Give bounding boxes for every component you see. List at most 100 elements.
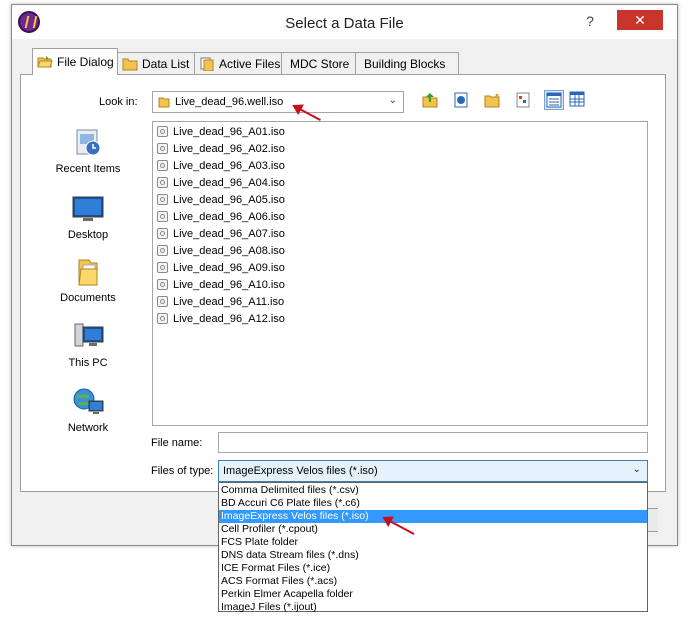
file-name-label: File name: bbox=[151, 437, 203, 449]
place-documents[interactable]: Documents bbox=[38, 257, 138, 304]
place-this-pc[interactable]: This PC bbox=[38, 322, 138, 369]
file-name: Live_dead_96_A03.iso bbox=[173, 159, 285, 172]
list-item[interactable]: Live_dead_96_A03.iso bbox=[157, 157, 285, 174]
file-icon bbox=[157, 296, 168, 307]
chevron-down-icon[interactable]: ⌄ bbox=[633, 464, 641, 475]
file-type-option[interactable]: DNS data Stream files (*.dns) bbox=[219, 549, 647, 562]
file-icon bbox=[157, 211, 168, 222]
file-name: Live_dead_96_A09.iso bbox=[173, 261, 285, 274]
folder-icon bbox=[122, 57, 138, 71]
details-view-button[interactable] bbox=[513, 90, 533, 110]
place-label: Desktop bbox=[67, 229, 109, 241]
browse-web-button[interactable] bbox=[451, 90, 471, 110]
tab-file-dialog[interactable]: File Dialog bbox=[32, 48, 118, 75]
file-icon bbox=[157, 313, 168, 324]
list-item[interactable]: Live_dead_96_A10.iso bbox=[157, 276, 285, 293]
grid-view-button[interactable] bbox=[568, 90, 588, 110]
tab-building-blocks[interactable]: Building Blocks bbox=[355, 52, 459, 74]
folder-icon bbox=[158, 97, 170, 108]
file-name: Live_dead_96_A02.iso bbox=[173, 142, 285, 155]
look-in-combo[interactable]: Live_dead_96.well.iso ⌄ bbox=[152, 91, 404, 113]
title-bar: Select a Data File ? ✕ bbox=[12, 5, 677, 39]
file-icon bbox=[157, 279, 168, 290]
files-icon bbox=[199, 57, 215, 71]
recent-items-icon bbox=[71, 128, 105, 158]
look-in-label: Look in: bbox=[99, 96, 138, 108]
file-icon bbox=[157, 177, 168, 188]
file-type-option[interactable]: FCS Plate folder bbox=[219, 536, 647, 549]
tab-active-files[interactable]: Active Files bbox=[194, 52, 282, 74]
file-type-option[interactable]: ACS Format Files (*.acs) bbox=[219, 575, 647, 588]
documents-icon bbox=[71, 257, 105, 287]
desktop-icon bbox=[71, 194, 105, 224]
file-type-option[interactable]: Cell Profiler (*.cpout) bbox=[219, 523, 647, 536]
file-name: Live_dead_96_A01.iso bbox=[173, 125, 285, 138]
properties-icon bbox=[516, 92, 530, 108]
list-item[interactable]: Live_dead_96_A05.iso bbox=[157, 191, 285, 208]
help-button[interactable]: ? bbox=[580, 11, 600, 31]
place-label: Network bbox=[67, 422, 109, 434]
file-list[interactable]: Live_dead_96_A01.iso Live_dead_96_A02.is… bbox=[152, 121, 648, 426]
file-type-option[interactable]: Comma Delimited files (*.csv) bbox=[219, 484, 647, 497]
new-folder-icon bbox=[484, 92, 500, 108]
file-name: Live_dead_96_A11.iso bbox=[173, 295, 285, 308]
place-label: Documents bbox=[60, 292, 116, 304]
this-pc-icon bbox=[71, 322, 105, 352]
chevron-down-icon[interactable]: ⌄ bbox=[389, 95, 397, 106]
list-item[interactable]: Live_dead_96_A09.iso bbox=[157, 259, 285, 276]
list-item[interactable]: Live_dead_96_A01.iso bbox=[157, 123, 285, 140]
up-one-level-button[interactable] bbox=[420, 90, 440, 110]
list-view-button[interactable] bbox=[544, 90, 564, 110]
new-folder-button[interactable] bbox=[482, 90, 502, 110]
files-of-type-select[interactable]: ImageExpress Velos files (*.iso) ⌄ bbox=[218, 460, 648, 482]
look-in-value: Live_dead_96.well.iso bbox=[175, 96, 284, 108]
file-type-option[interactable]: ICE Format Files (*.ice) bbox=[219, 562, 647, 575]
list-item[interactable]: Live_dead_96_A08.iso bbox=[157, 242, 285, 259]
open-folder-icon bbox=[37, 55, 53, 69]
list-view-icon bbox=[546, 92, 562, 108]
files-of-type-label: Files of type: bbox=[151, 465, 214, 477]
place-desktop[interactable]: Desktop bbox=[38, 194, 138, 241]
close-button[interactable]: ✕ bbox=[617, 10, 663, 30]
tab-label: Active Files bbox=[219, 56, 281, 71]
file-icon bbox=[157, 126, 168, 137]
file-name: Live_dead_96_A06.iso bbox=[173, 210, 285, 223]
list-item[interactable]: Live_dead_96_A11.iso bbox=[157, 293, 284, 310]
list-item[interactable]: Live_dead_96_A12.iso bbox=[157, 310, 285, 327]
list-item[interactable]: Live_dead_96_A02.iso bbox=[157, 140, 285, 157]
tab-label: File Dialog bbox=[57, 55, 114, 69]
file-icon bbox=[157, 160, 168, 171]
list-item[interactable]: Live_dead_96_A06.iso bbox=[157, 208, 285, 225]
file-type-option-selected[interactable]: ImageExpress Velos files (*.iso) bbox=[219, 510, 647, 523]
file-type-option[interactable]: Perkin Elmer Acapella folder bbox=[219, 588, 647, 601]
tab-label: Building Blocks bbox=[364, 56, 446, 71]
place-recent-items[interactable]: Recent Items bbox=[38, 128, 138, 175]
file-name: Live_dead_96_A08.iso bbox=[173, 244, 285, 257]
globe-document-icon bbox=[454, 92, 468, 108]
list-item[interactable]: Live_dead_96_A07.iso bbox=[157, 225, 285, 242]
file-type-option[interactable]: BD Accuri C6 Plate files (*.c6) bbox=[219, 497, 647, 510]
file-type-option[interactable]: ImageJ Files (*.ijout) bbox=[219, 601, 647, 614]
file-type-dropdown[interactable]: Comma Delimited files (*.csv) BD Accuri … bbox=[218, 482, 648, 614]
place-network[interactable]: Network bbox=[38, 387, 138, 434]
file-name: Live_dead_96_A04.iso bbox=[173, 176, 285, 189]
tab-label: MDC Store bbox=[290, 56, 350, 71]
network-icon bbox=[71, 387, 105, 417]
window-title: Select a Data File bbox=[285, 15, 404, 32]
tab-mdc-store[interactable]: MDC Store bbox=[281, 52, 356, 74]
file-name: Live_dead_96_A05.iso bbox=[173, 193, 285, 206]
place-label: Recent Items bbox=[55, 163, 121, 175]
file-name: Live_dead_96_A07.iso bbox=[173, 227, 285, 240]
file-icon bbox=[157, 143, 168, 154]
tab-data-list[interactable]: Data List bbox=[117, 52, 195, 74]
file-icon bbox=[157, 194, 168, 205]
file-icon bbox=[157, 245, 168, 256]
file-icon bbox=[157, 262, 168, 273]
file-name-field[interactable] bbox=[218, 432, 648, 453]
file-name: Live_dead_96_A10.iso bbox=[173, 278, 285, 291]
place-label: This PC bbox=[68, 357, 108, 369]
list-item[interactable]: Live_dead_96_A04.iso bbox=[157, 174, 285, 191]
grid-view-icon bbox=[569, 91, 585, 107]
tab-label: Data List bbox=[142, 56, 190, 71]
files-of-type-value: ImageExpress Velos files (*.iso) bbox=[223, 465, 378, 477]
